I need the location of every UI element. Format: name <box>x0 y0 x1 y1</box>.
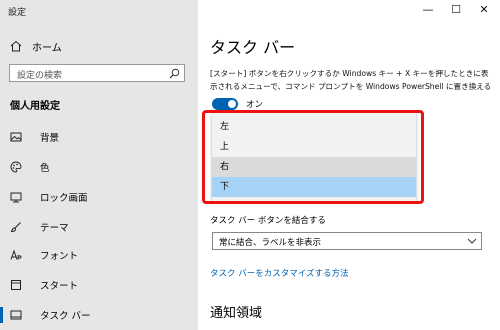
sidebar-item-start[interactable]: スタート <box>0 274 198 296</box>
sidebar-item-fonts[interactable]: フォント <box>0 244 198 266</box>
toggle-knob <box>228 100 236 108</box>
position-option-top[interactable]: 上 <box>212 137 416 157</box>
combine-buttons-label: タスク バー ボタンを結合する <box>210 216 326 226</box>
sidebar-item-lock-screen[interactable]: ロック画面 <box>0 186 198 208</box>
sidebar-item-themes[interactable]: テーマ <box>0 216 198 238</box>
lock-screen-icon <box>10 192 22 203</box>
sidebar-home-label: ホーム <box>32 42 62 54</box>
sidebar-item-taskbar[interactable]: タスク バー <box>0 304 198 326</box>
sidebar-item-label: タスク バー <box>40 311 91 322</box>
notification-area-heading: 通知領域 <box>210 306 263 321</box>
window-title: 設定 <box>8 8 27 18</box>
sidebar-item-label: ロック画面 <box>40 193 88 204</box>
sidebar-item-background[interactable]: 背景 <box>0 126 198 148</box>
font-icon <box>10 249 22 260</box>
close-button[interactable]: ✕ <box>474 2 494 18</box>
position-option-right[interactable]: 右 <box>212 157 416 177</box>
combine-buttons-value: 常に結合、ラベルを非表示 <box>219 238 322 248</box>
chevron-down-icon <box>467 238 477 244</box>
section-title: 個人用設定 <box>10 101 60 112</box>
taskbar-position-list: 左 上 右 下 <box>212 113 416 201</box>
page-title: タスク バー <box>210 38 296 57</box>
sidebar: 設定 ホーム 設定の検索 個人用設定 背景 色 ロック画面 テーマ フォント ス… <box>0 0 198 330</box>
position-option-bottom[interactable]: 下 <box>212 177 416 197</box>
settings-search-input[interactable]: 設定の検索 <box>9 64 185 82</box>
combine-buttons-dropdown[interactable]: 常に結合、ラベルを非表示 <box>212 232 482 250</box>
sidebar-item-color[interactable]: 色 <box>0 156 198 178</box>
palette-icon <box>10 161 22 173</box>
position-option-left[interactable]: 左 <box>212 117 416 137</box>
sidebar-item-label: スタート <box>40 281 79 292</box>
customize-taskbar-link[interactable]: タスク バーをカスタマイズする方法 <box>210 267 348 279</box>
minimize-button[interactable]: — <box>418 2 438 18</box>
search-placeholder: 設定の検索 <box>17 71 63 81</box>
toggle-state-label: オン <box>246 100 264 110</box>
sidebar-item-label: フォント <box>40 251 79 262</box>
picture-icon <box>10 132 22 142</box>
sidebar-item-label: 色 <box>40 163 50 174</box>
search-icon[interactable] <box>169 68 180 79</box>
sidebar-home[interactable]: ホーム <box>10 38 62 54</box>
start-icon <box>11 280 21 290</box>
powershell-toggle[interactable] <box>212 98 238 110</box>
powershell-setting-description: [スタート] ボタンを右クリックするか Windows キー + X キーを押し… <box>210 69 492 91</box>
maximize-button[interactable]: ☐ <box>446 2 466 18</box>
sidebar-item-label: 背景 <box>40 133 60 144</box>
home-icon <box>10 40 22 52</box>
brush-icon <box>10 222 21 233</box>
taskbar-icon <box>10 310 22 320</box>
main-content: — ☐ ✕ タスク バー [スタート] ボタンを右クリックするか Windows… <box>198 0 500 330</box>
sidebar-item-label: テーマ <box>40 223 69 234</box>
